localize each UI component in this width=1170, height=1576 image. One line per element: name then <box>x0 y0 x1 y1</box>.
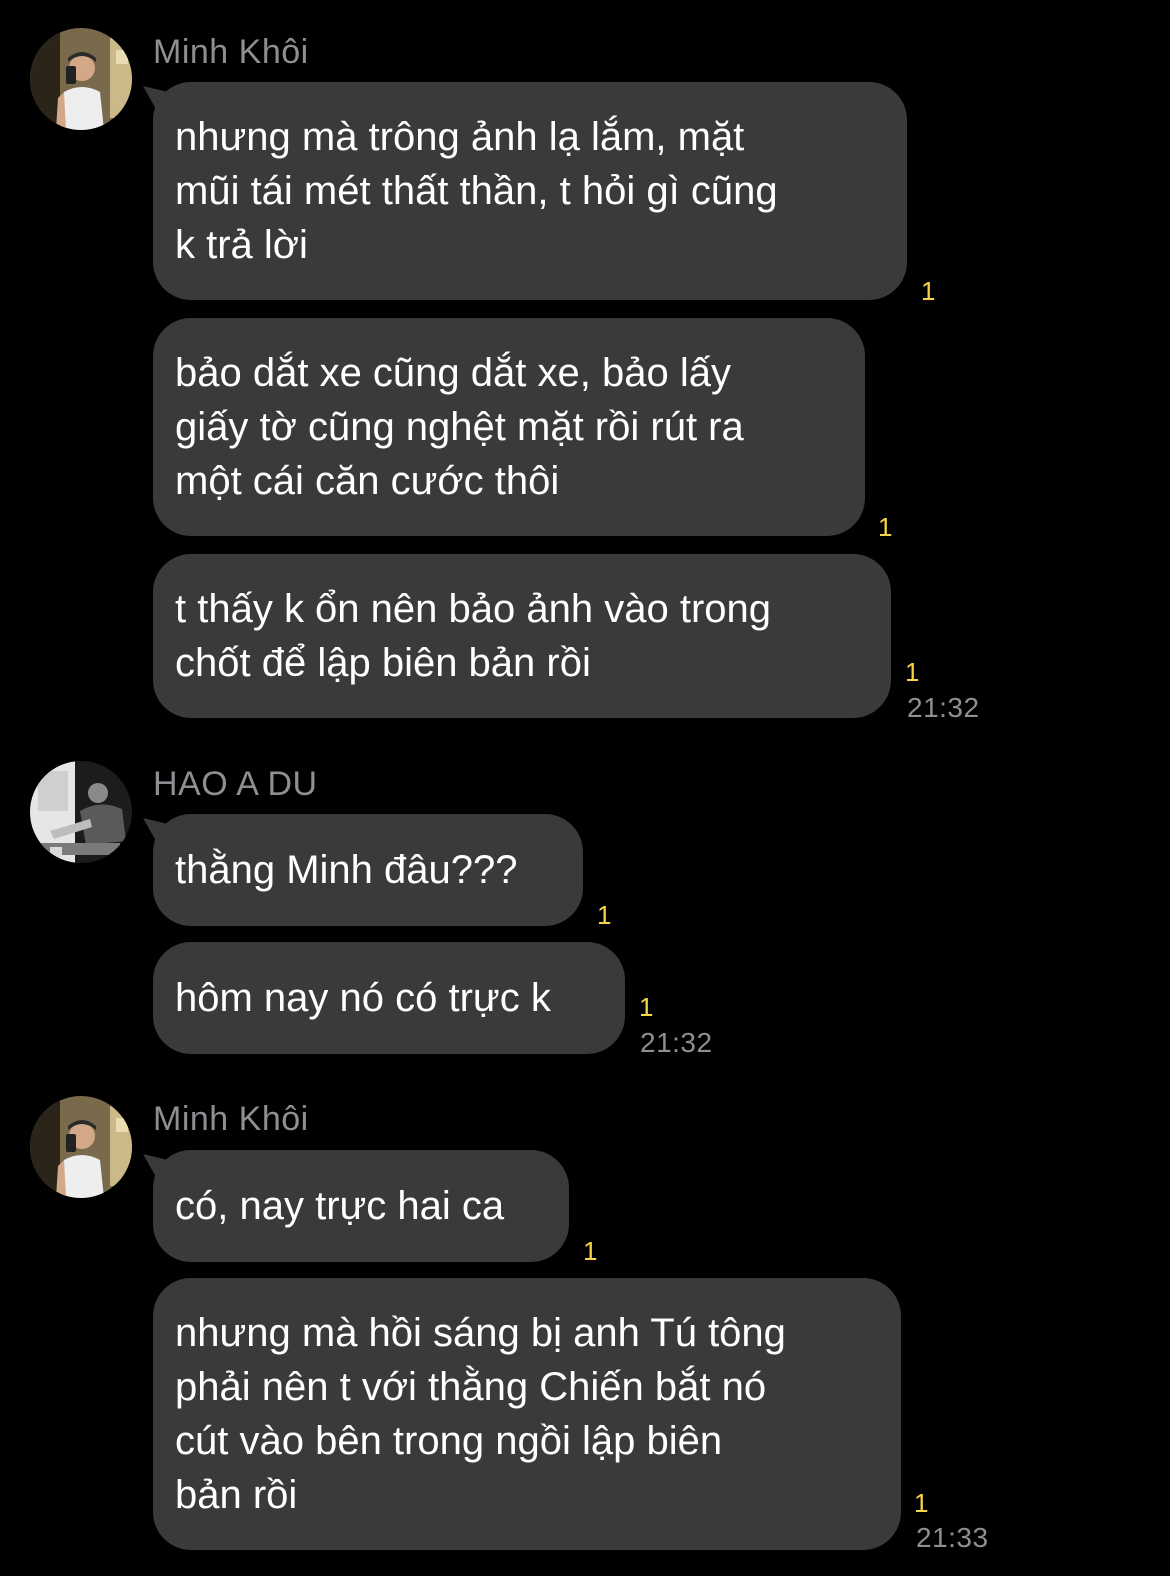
timestamp: 21:33 <box>916 1522 989 1553</box>
read-count: 1 <box>878 512 893 542</box>
message-bubble[interactable]: thằng Minh đâu??? <box>153 814 583 926</box>
message-bubble[interactable]: hôm nay nó có trực k <box>153 942 625 1054</box>
read-count: 1 <box>639 992 654 1022</box>
message-bubble[interactable]: bảo dắt xe cũng dắt xe, bảo lấy giấy tờ … <box>153 318 865 536</box>
message-bubble[interactable]: t thấy k ổn nên bảo ảnh vào trong chốt đ… <box>153 554 891 718</box>
message-bubble[interactable]: nhưng mà trông ảnh lạ lắm, mặt mũi tái m… <box>153 82 907 300</box>
message-bubble[interactable]: nhưng mà hồi sáng bị anh Tú tông phải nê… <box>153 1278 901 1550</box>
sender-name: Minh Khôi <box>153 1100 309 1138</box>
timestamp: 21:32 <box>907 692 980 723</box>
read-count: 1 <box>905 657 920 687</box>
avatar-minh-khoi[interactable] <box>30 1096 132 1198</box>
message-bubble[interactable]: có, nay trực hai ca <box>153 1150 569 1262</box>
selfie-avatar-image <box>30 1096 132 1198</box>
avatar-minh-khoi[interactable] <box>30 28 132 130</box>
read-count: 1 <box>921 276 936 306</box>
bw-photo-avatar-image <box>30 761 132 863</box>
avatar-hao-a-du[interactable] <box>30 761 132 863</box>
read-count: 1 <box>597 900 612 930</box>
read-count: 1 <box>914 1488 929 1518</box>
selfie-avatar-image <box>30 28 132 130</box>
timestamp: 21:32 <box>640 1027 713 1058</box>
sender-name: HAO A DU <box>153 765 318 803</box>
sender-name: Minh Khôi <box>153 33 309 71</box>
read-count: 1 <box>583 1236 598 1266</box>
